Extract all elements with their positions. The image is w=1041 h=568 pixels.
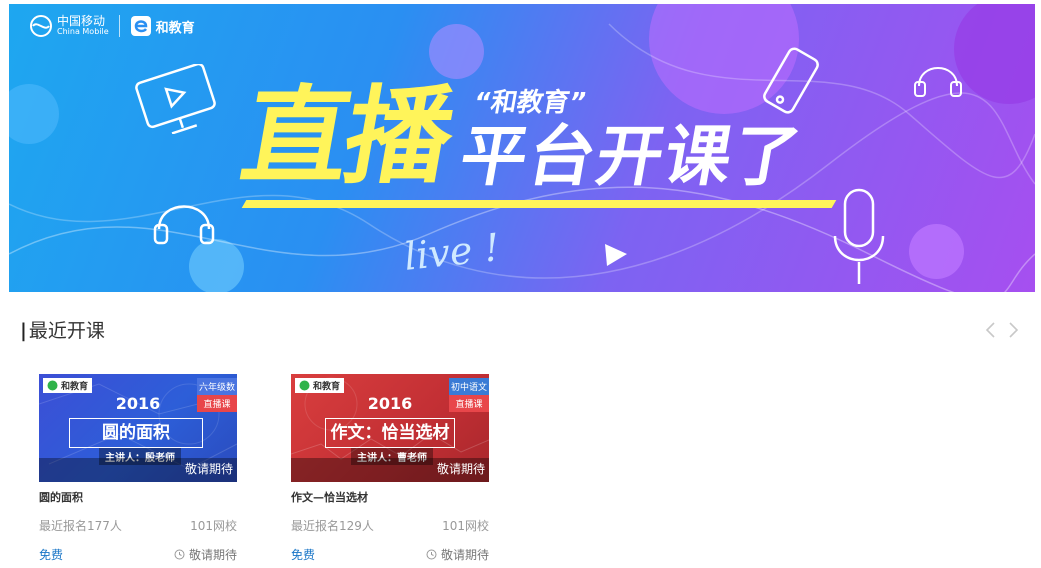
course-meta: 最近报名177人 101网校 — [39, 517, 237, 534]
headline-underline — [241, 200, 837, 208]
thumbnail-year: 2016 — [367, 394, 413, 413]
course-name[interactable]: 作文—恰当选材 — [291, 489, 489, 505]
clock-icon — [174, 549, 185, 560]
course-name[interactable]: 圆的面积 — [39, 489, 237, 505]
price-label: 免费 — [39, 548, 64, 562]
brand-header: 中国移动 China Mobile 和教育 — [29, 14, 195, 38]
course-thumbnail[interactable]: 和教育 初中语文 直播课 2016 作文：恰当选材 主讲人：曹老师 敬请期待 — [291, 374, 489, 482]
chevron-left-icon[interactable] — [983, 320, 999, 340]
chevron-right-icon[interactable] — [1005, 320, 1021, 340]
play-icon — [605, 244, 627, 266]
headset-icon — [914, 67, 962, 97]
grade-badge: 初中语文 — [449, 378, 489, 395]
hejiaoyu-logo — [299, 380, 310, 391]
start-status-text: 敬请期待 — [188, 548, 237, 562]
hejiaoyu-logo — [47, 380, 58, 391]
headline-tag: “和教育” — [471, 88, 589, 118]
carousel-nav — [983, 320, 1021, 340]
thumbnail-year: 2016 — [115, 394, 161, 413]
logo-text: 和教育 — [313, 382, 341, 392]
start-status: 敬请期待 — [174, 546, 237, 563]
brand-product: 和教育 — [155, 20, 195, 36]
thumbnail-logo: 和教育 — [295, 378, 345, 393]
thumbnail-logo: 和教育 — [43, 378, 93, 393]
brand-en: China Mobile — [57, 27, 109, 37]
thumbnail-status: 敬请期待 — [184, 462, 233, 476]
course-card[interactable]: 和教育 六年级数学 直播课 2016 圆的面积 主讲人：殷老师 敬请期待 圆的面… — [39, 374, 237, 563]
start-status-text: 敬请期待 — [440, 548, 489, 562]
brand-divider — [118, 15, 120, 37]
price-label: 免费 — [291, 548, 316, 562]
course-meta: 最近报名129人 101网校 — [291, 517, 489, 534]
title-bar: | — [20, 320, 27, 342]
school-name: 101网校 — [190, 519, 237, 533]
china-mobile-logo — [30, 15, 52, 37]
start-status: 敬请期待 — [426, 546, 489, 563]
course-footer: 免费 敬请期待 — [39, 546, 237, 563]
course-thumbnail[interactable]: 和教育 六年级数学 直播课 2016 圆的面积 主讲人：殷老师 敬请期待 — [39, 374, 237, 482]
section-title-text: 最近开课 — [28, 320, 105, 342]
thumbnail-status: 敬请期待 — [436, 462, 485, 476]
monitor-icon — [135, 64, 216, 134]
school-name: 101网校 — [442, 519, 489, 533]
logo-text: 和教育 — [61, 382, 89, 392]
section-title: | 最近开课 — [20, 316, 105, 343]
headphones-icon — [153, 205, 215, 245]
thumbnail-title: 圆的面积 — [69, 418, 203, 448]
headline-sub: 平台开课了 — [454, 118, 808, 195]
hero-banner[interactable]: 中国移动 China Mobile 和教育 直播 “和教育” 平台开课了 liv… — [9, 4, 1035, 292]
phone-icon — [763, 47, 819, 114]
hejiaoyu-logo — [130, 16, 151, 36]
course-footer: 免费 敬请期待 — [291, 546, 489, 563]
thumbnail-title: 作文：恰当选材 — [325, 418, 455, 448]
course-card[interactable]: 和教育 初中语文 直播课 2016 作文：恰当选材 主讲人：曹老师 敬请期待 作… — [291, 374, 489, 563]
clock-icon — [426, 549, 437, 560]
headline-big: 直播 — [233, 75, 459, 198]
enrolled-count: 最近报名129人 — [291, 519, 374, 533]
enrolled-count: 最近报名177人 — [39, 519, 122, 533]
